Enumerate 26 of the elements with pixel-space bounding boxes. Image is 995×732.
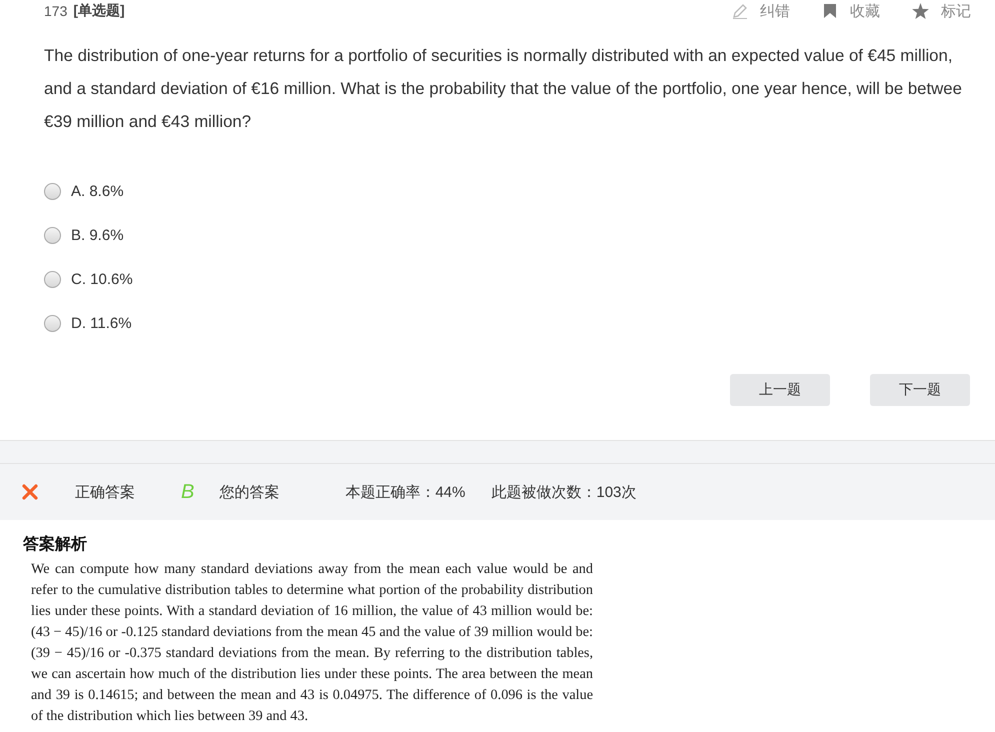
accuracy-text: 本题正确率：44%: [345, 482, 466, 502]
question-text: The distribution of one-year returns for a portfolio of securities is normally distributed with an expected value of €45 million, and a standard deviation of €16 million. What is the probability that the value of the portfolio, one year hence, will be betwee €39 million and €43 million?: [44, 45, 963, 133]
radio-button[interactable]: [44, 314, 61, 332]
star-icon: [912, 3, 929, 19]
radio-button[interactable]: [44, 270, 61, 288]
nav-button[interactable]: 上一题: [730, 374, 830, 406]
question-type: [单选题]: [73, 2, 125, 20]
nav-button[interactable]: 下一题: [870, 374, 970, 406]
correct-answer-label: 正确答案: [75, 482, 135, 502]
answer-option[interactable]: B. 9.6%: [44, 224, 995, 246]
your-answer-letter: B: [181, 480, 194, 504]
your-answer-label: 您的答案: [219, 482, 280, 502]
pencil-icon: [732, 3, 748, 19]
action-link[interactable]: 标记: [912, 2, 971, 20]
attempts-text: 此题被做次数：103次: [491, 482, 636, 502]
answer-option[interactable]: C. 10.6%: [44, 268, 995, 290]
answer-option[interactable]: D. 11.6%: [44, 312, 995, 334]
answer-option[interactable]: A. 8.6%: [44, 180, 995, 202]
explanation-text: We can compute how many standard deviations away from the mean each value would be and refer to the cumulative distribution tables to determine what portion of the probability distribution lies under these points. With a standard deviation of 16 million, the value of 43 million would be: (43 − 45)/16 or -0.125 standard deviations from the mean 45 and the value of 39 million would be: (39 − 45)/16 or -0.375 standard deviations from the mean. By referring to the distribution tables, we can ascertain how much of the distribution lies under these points. The area between the mean and 39 is 0.14615; and between the mean and 43 is 0.04975. The difference of 0.096 is the value of the distribution which lies between 39 and 43.: [31, 560, 593, 726]
action-link[interactable]: 收藏: [822, 2, 880, 20]
explanation-title: 答案解析: [23, 534, 88, 555]
question-number: 173: [44, 3, 68, 19]
radio-button[interactable]: [44, 226, 61, 244]
radio-button[interactable]: [44, 182, 61, 200]
action-link[interactable]: 纠错: [732, 2, 790, 20]
bookmark-icon: [822, 3, 838, 19]
